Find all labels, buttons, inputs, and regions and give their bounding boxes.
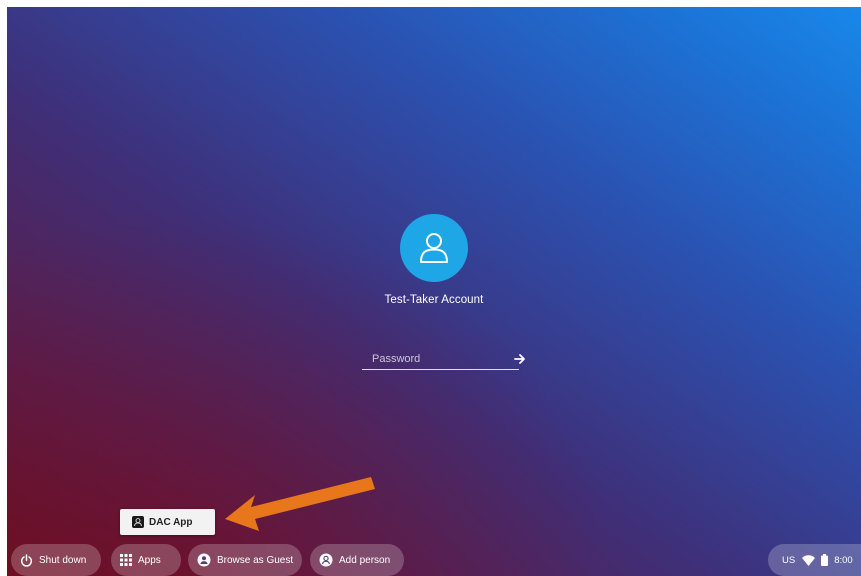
wifi-icon [802,554,816,566]
user-pod[interactable]: Test-Taker Account [7,214,861,306]
user-icon [420,233,448,263]
arrow-right-icon [514,354,525,364]
battery-icon [821,554,829,566]
user-avatar[interactable] [400,214,468,282]
apps-button[interactable]: Apps [111,544,181,576]
shutdown-label: Shut down [39,554,87,566]
status-tray[interactable]: US 8:00 [768,544,861,576]
add-person-button[interactable]: Add person [310,544,404,576]
guest-label: Browse as Guest [217,554,294,566]
annotation-arrow-icon [225,477,375,531]
apps-grid-icon [120,554,132,566]
submit-button[interactable] [514,350,526,368]
login-screen: Test-Taker Account DAC App Shut down App… [7,7,861,576]
password-input[interactable] [362,350,514,368]
guest-icon [197,553,211,567]
apps-label: Apps [138,554,161,566]
dac-app-label: DAC App [149,516,193,528]
add-person-label: Add person [339,554,391,566]
ime-indicator: US [782,554,796,566]
shutdown-button[interactable]: Shut down [11,544,101,576]
browse-as-guest-button[interactable]: Browse as Guest [188,544,302,576]
password-row [362,349,525,370]
dac-app-menu-item[interactable]: DAC App [120,509,215,535]
account-name: Test-Taker Account [384,294,484,306]
dac-app-icon [132,516,144,528]
add-person-icon [319,553,333,567]
clock: 8:00 [834,554,853,566]
power-icon [20,553,33,567]
